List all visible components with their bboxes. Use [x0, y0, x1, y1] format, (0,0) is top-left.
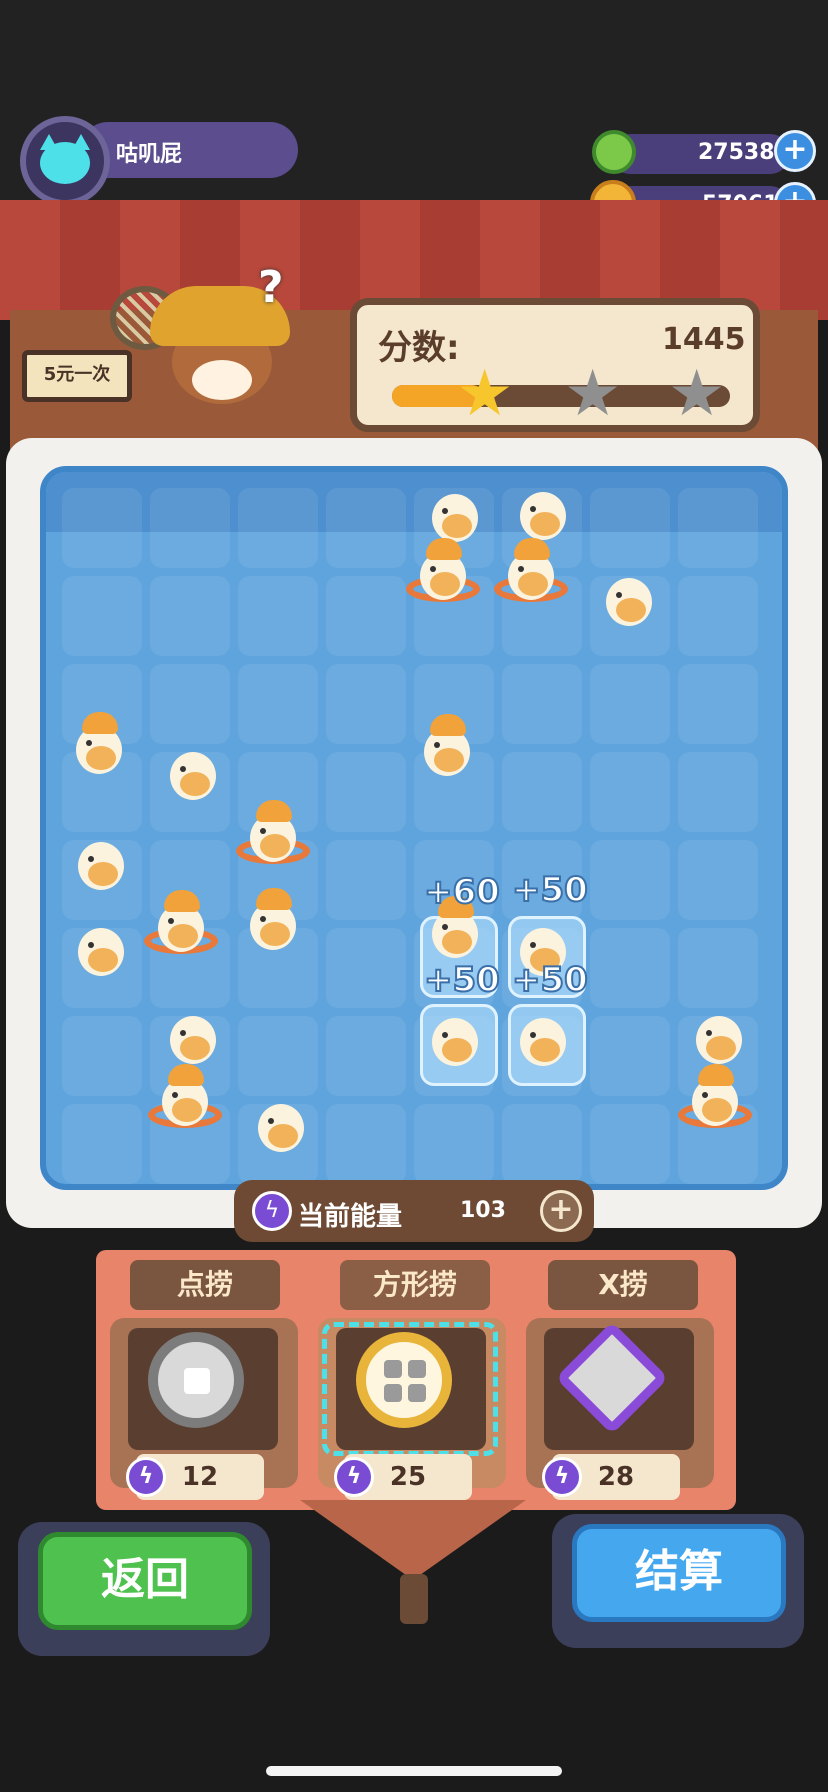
duck-icon	[678, 1064, 752, 1130]
green-coin-icon	[592, 130, 636, 174]
square-net-icon	[356, 1332, 452, 1428]
star-icon-2: ★	[564, 357, 622, 431]
tool-cost: ϟ 28	[542, 1454, 680, 1500]
pool-cell[interactable]	[62, 488, 142, 568]
pool-cell[interactable]	[238, 488, 318, 568]
pool-cell[interactable]	[414, 1104, 494, 1184]
tool-cost-value: 25	[389, 1462, 427, 1492]
pool-cell[interactable]	[502, 664, 582, 744]
pool-cell[interactable]	[502, 1104, 582, 1184]
question-mark-icon: ?	[258, 262, 284, 313]
pool-cell[interactable]	[590, 840, 670, 920]
top-bar	[0, 0, 828, 210]
duck-icon	[516, 1012, 570, 1070]
pool-cell[interactable]	[590, 1104, 670, 1184]
duck-icon	[72, 712, 126, 778]
lightning-icon: ϟ	[252, 1191, 292, 1231]
pool-cell[interactable]	[62, 1104, 142, 1184]
pool-cell[interactable]	[62, 1016, 142, 1096]
hook-icon	[400, 1574, 428, 1624]
duck-icon	[516, 486, 570, 544]
duck-icon	[236, 800, 310, 866]
dot-net-icon	[148, 1332, 244, 1428]
player-name-pill[interactable]	[80, 122, 298, 178]
duck-icon	[254, 1098, 308, 1156]
tool-card-x[interactable]: ϟ 28	[526, 1318, 714, 1500]
pool-cell[interactable]	[326, 840, 406, 920]
pool-cell[interactable]	[326, 664, 406, 744]
pool-cell[interactable]	[678, 752, 758, 832]
duck-icon	[148, 1064, 222, 1130]
duck-icon	[494, 538, 568, 604]
score-value: 1445	[662, 322, 746, 357]
pool-cell[interactable]	[678, 840, 758, 920]
pool-cell[interactable]	[678, 488, 758, 568]
duck-icon	[692, 1010, 746, 1068]
duck-icon	[74, 836, 128, 894]
tool-banner-tip	[300, 1500, 526, 1580]
duck-icon	[428, 488, 482, 546]
avatar[interactable]	[20, 116, 110, 206]
pool-cell[interactable]	[678, 664, 758, 744]
pool-cell[interactable]	[62, 576, 142, 656]
add-energy-button[interactable]: +	[540, 1190, 582, 1232]
score-popup: +50	[511, 959, 589, 1001]
energy-label: 当前能量	[298, 1202, 403, 1232]
home-indicator[interactable]	[266, 1766, 562, 1776]
pool-cell[interactable]	[326, 1104, 406, 1184]
pool-cell[interactable]	[326, 488, 406, 568]
duck-icon	[428, 1012, 482, 1070]
pool-cell[interactable]	[502, 752, 582, 832]
tool-tab-dot: 点捞	[130, 1260, 280, 1310]
pool-cell[interactable]	[326, 576, 406, 656]
cat-face-icon	[40, 142, 90, 184]
score-popup: +50	[511, 869, 589, 911]
pool-cell[interactable]	[326, 1016, 406, 1096]
duck-icon	[602, 572, 656, 630]
tool-tab-x: X捞	[548, 1260, 698, 1310]
energy-value: 103	[460, 1198, 506, 1223]
pool-cell[interactable]	[238, 1016, 318, 1096]
pool-cell[interactable]	[590, 928, 670, 1008]
pool-cell[interactable]	[590, 488, 670, 568]
tool-card-dot[interactable]: ϟ 12	[110, 1318, 298, 1500]
tool-cost-value: 12	[181, 1462, 219, 1492]
score-popup: +50	[423, 959, 501, 1001]
tool-card-square[interactable]: ϟ 25	[318, 1318, 506, 1500]
add-green-coin-button[interactable]: +	[774, 130, 816, 172]
pool-cell[interactable]	[150, 664, 230, 744]
pool-cell[interactable]	[326, 928, 406, 1008]
pool-cell[interactable]	[238, 576, 318, 656]
duck-icon	[74, 922, 128, 980]
duck-icon	[420, 714, 474, 780]
back-button[interactable]: 返回	[38, 1532, 252, 1630]
pool-cell[interactable]	[678, 576, 758, 656]
pool-cell[interactable]	[590, 664, 670, 744]
duck-icon	[406, 538, 480, 604]
tool-cost-value: 28	[597, 1462, 635, 1492]
pool-cell[interactable]	[678, 928, 758, 1008]
tool-cost: ϟ 12	[126, 1454, 264, 1500]
pool-cell[interactable]	[590, 1016, 670, 1096]
star-icon-1: ★	[456, 357, 514, 431]
duck-icon	[166, 1010, 220, 1068]
duck-icon	[428, 896, 482, 962]
green-coin-value: 27538	[698, 140, 775, 165]
otter-muzzle	[192, 360, 252, 400]
pool-cell[interactable]	[238, 664, 318, 744]
tool-cost: ϟ 25	[334, 1454, 472, 1500]
pool-cell[interactable]	[590, 752, 670, 832]
star-icon-3: ★	[668, 357, 726, 431]
duck-icon	[144, 890, 218, 956]
score-popup: +60	[423, 871, 501, 913]
pool-cell[interactable]	[326, 752, 406, 832]
settle-button[interactable]: 结算	[572, 1524, 786, 1622]
duck-icon	[166, 746, 220, 804]
pool-cell[interactable]	[150, 576, 230, 656]
duck-icon	[246, 888, 300, 954]
tool-tab-square: 方形捞	[340, 1260, 490, 1310]
pool-cell[interactable]	[150, 488, 230, 568]
player-name: 咕叽屁	[116, 142, 183, 167]
score-label: 分数:	[378, 328, 460, 368]
